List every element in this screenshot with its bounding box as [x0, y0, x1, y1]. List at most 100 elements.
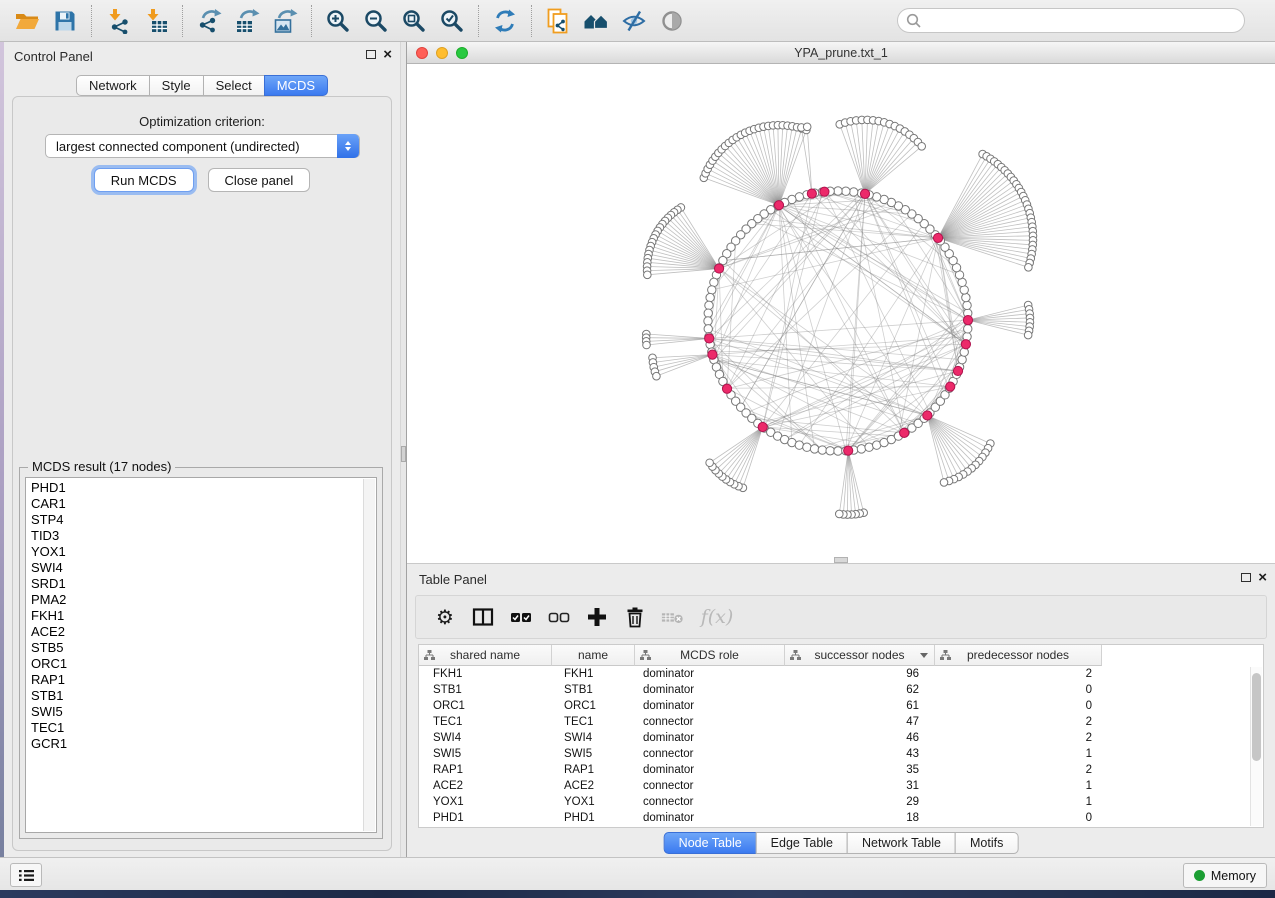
- ring-node[interactable]: [708, 286, 716, 294]
- ring-node[interactable]: [818, 446, 826, 454]
- mcds-result-item[interactable]: YOX1: [26, 544, 376, 560]
- mcds-result-item[interactable]: TID3: [26, 528, 376, 544]
- table-row[interactable]: SWI5SWI5connector431: [419, 746, 1263, 762]
- export-table-button[interactable]: [228, 3, 266, 39]
- import-network-button[interactable]: [99, 3, 137, 39]
- mcds-hub-node[interactable]: [900, 428, 909, 437]
- table-settings-button[interactable]: ⚙: [433, 605, 457, 629]
- mcds-hub-node[interactable]: [946, 382, 955, 391]
- tab-network[interactable]: Network: [76, 75, 150, 96]
- function-builder-button[interactable]: f(x): [699, 605, 735, 629]
- network-canvas[interactable]: [407, 64, 1275, 563]
- leaf-node[interactable]: [803, 123, 811, 131]
- mcds-result-item[interactable]: STB5: [26, 640, 376, 656]
- ring-node[interactable]: [834, 187, 842, 195]
- list-scrollbar[interactable]: [363, 479, 375, 831]
- mcds-hub-node[interactable]: [923, 411, 932, 420]
- mcds-hub-node[interactable]: [844, 446, 853, 455]
- mcds-hub-node[interactable]: [820, 187, 829, 196]
- float-window-icon[interactable]: [1241, 573, 1251, 582]
- mcds-hub-node[interactable]: [758, 422, 767, 431]
- vertical-splitter[interactable]: [400, 42, 407, 857]
- network-graph[interactable]: [407, 64, 1275, 563]
- mcds-result-item[interactable]: CAR1: [26, 496, 376, 512]
- ring-node[interactable]: [842, 187, 850, 195]
- ring-node[interactable]: [857, 445, 865, 453]
- leaf-node[interactable]: [644, 271, 652, 279]
- first-neighbors-button[interactable]: [577, 3, 615, 39]
- ring-node[interactable]: [705, 301, 713, 309]
- leaf-node[interactable]: [1024, 331, 1032, 339]
- table-scrollbar[interactable]: [1250, 667, 1262, 826]
- optimization-criterion-select[interactable]: largest connected component (undirected): [45, 134, 360, 158]
- leaf-node[interactable]: [643, 341, 651, 349]
- task-history-button[interactable]: [10, 863, 42, 887]
- tab-node-table[interactable]: Node Table: [664, 832, 757, 854]
- open-session-button[interactable]: [8, 3, 46, 39]
- table-row[interactable]: TEC1TEC1connector472: [419, 714, 1263, 730]
- column-header-shared-name[interactable]: shared name: [419, 645, 552, 666]
- column-header-predecessor-nodes[interactable]: predecessor nodes: [935, 645, 1102, 666]
- table-row[interactable]: ORC1ORC1dominator610: [419, 698, 1263, 714]
- tab-motifs[interactable]: Motifs: [955, 832, 1018, 854]
- mcds-hub-node[interactable]: [953, 366, 962, 375]
- table-scrollbar-thumb[interactable]: [1252, 673, 1261, 761]
- ring-node[interactable]: [962, 293, 970, 301]
- mcds-result-item[interactable]: ORC1: [26, 656, 376, 672]
- zoom-fit-button[interactable]: [395, 3, 433, 39]
- mcds-hub-node[interactable]: [714, 264, 723, 273]
- mcds-hub-node[interactable]: [933, 233, 942, 242]
- mcds-hub-node[interactable]: [705, 334, 714, 343]
- export-image-button[interactable]: [266, 3, 304, 39]
- zoom-selected-button[interactable]: [433, 3, 471, 39]
- apply-layout-button[interactable]: [486, 3, 524, 39]
- column-header-name[interactable]: name: [552, 645, 635, 666]
- ring-node[interactable]: [826, 447, 834, 455]
- mcds-result-item[interactable]: ACE2: [26, 624, 376, 640]
- mcds-result-item[interactable]: SWI4: [26, 560, 376, 576]
- new-network-from-selection-button[interactable]: [539, 3, 577, 39]
- table-row[interactable]: FKH1FKH1dominator962: [419, 666, 1263, 682]
- leaf-node[interactable]: [918, 142, 926, 150]
- mcds-result-item[interactable]: TEC1: [26, 720, 376, 736]
- tab-network-table[interactable]: Network Table: [847, 832, 956, 854]
- mcds-result-item[interactable]: SWI5: [26, 704, 376, 720]
- ring-node[interactable]: [810, 445, 818, 453]
- deselect-all-button[interactable]: [547, 605, 571, 629]
- export-network-button[interactable]: [190, 3, 228, 39]
- ring-node[interactable]: [964, 325, 972, 333]
- mcds-hub-node[interactable]: [961, 340, 970, 349]
- ring-node[interactable]: [849, 188, 857, 196]
- column-chooser-button[interactable]: [471, 605, 495, 629]
- tab-mcds[interactable]: MCDS: [264, 75, 328, 96]
- splitter-grip[interactable]: [401, 446, 406, 462]
- column-header-mcds-role[interactable]: MCDS role: [635, 645, 785, 666]
- search-box[interactable]: [897, 8, 1245, 33]
- leaf-node[interactable]: [1025, 264, 1033, 272]
- table-row[interactable]: RAP1RAP1dominator352: [419, 762, 1263, 778]
- ring-node[interactable]: [963, 301, 971, 309]
- column-header-successor-nodes[interactable]: successor nodes: [785, 645, 935, 666]
- table-row[interactable]: ACE2ACE2connector311: [419, 778, 1263, 794]
- delete-row-button[interactable]: [623, 605, 647, 629]
- mcds-hub-node[interactable]: [722, 384, 731, 393]
- leaf-node[interactable]: [706, 459, 714, 467]
- import-table-button[interactable]: [137, 3, 175, 39]
- save-session-button[interactable]: [46, 3, 84, 39]
- mcds-result-item[interactable]: PMA2: [26, 592, 376, 608]
- mcds-result-item[interactable]: SRD1: [26, 576, 376, 592]
- mcds-hub-node[interactable]: [708, 350, 717, 359]
- leaf-node[interactable]: [835, 510, 843, 518]
- tab-style[interactable]: Style: [149, 75, 204, 96]
- tab-edge-table[interactable]: Edge Table: [756, 832, 848, 854]
- search-input[interactable]: [923, 11, 1244, 31]
- ring-node[interactable]: [704, 317, 712, 325]
- float-window-icon[interactable]: [366, 50, 376, 59]
- run-mcds-button[interactable]: Run MCDS: [94, 168, 194, 192]
- mcds-hub-node[interactable]: [860, 189, 869, 198]
- table-row[interactable]: YOX1YOX1connector291: [419, 794, 1263, 810]
- table-row[interactable]: SWI4SWI4dominator462: [419, 730, 1263, 746]
- close-panel-icon[interactable]: ×: [383, 49, 392, 60]
- show-all-button[interactable]: [653, 3, 691, 39]
- add-row-button[interactable]: [585, 605, 609, 629]
